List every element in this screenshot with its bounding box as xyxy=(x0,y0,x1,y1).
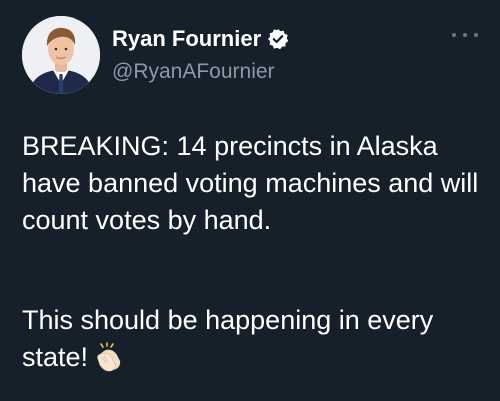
tweet-text-paragraph-2-text: This should be happening in every state! xyxy=(22,305,434,372)
more-dot xyxy=(474,33,478,37)
more-dot xyxy=(463,33,467,37)
avatar-image xyxy=(22,16,100,94)
clapping-hands-icon xyxy=(94,342,124,372)
author-handle[interactable]: @RyanAFournier xyxy=(112,60,275,84)
more-dot xyxy=(452,33,456,37)
tweet-text-paragraph-2: This should be happening in every state! xyxy=(22,302,484,376)
avatar[interactable] xyxy=(22,16,100,94)
tweet-text-paragraph-1: BREAKING: 14 precincts in Alaska have ba… xyxy=(22,131,479,235)
author-display-name[interactable]: Ryan Fournier xyxy=(112,26,261,52)
more-options-icon[interactable] xyxy=(452,30,478,40)
tweet-card: Ryan Fournier @RyanAFournier BREAKING: 1… xyxy=(0,0,500,401)
author-name-row: Ryan Fournier xyxy=(112,25,289,53)
verified-badge-icon xyxy=(267,28,289,50)
